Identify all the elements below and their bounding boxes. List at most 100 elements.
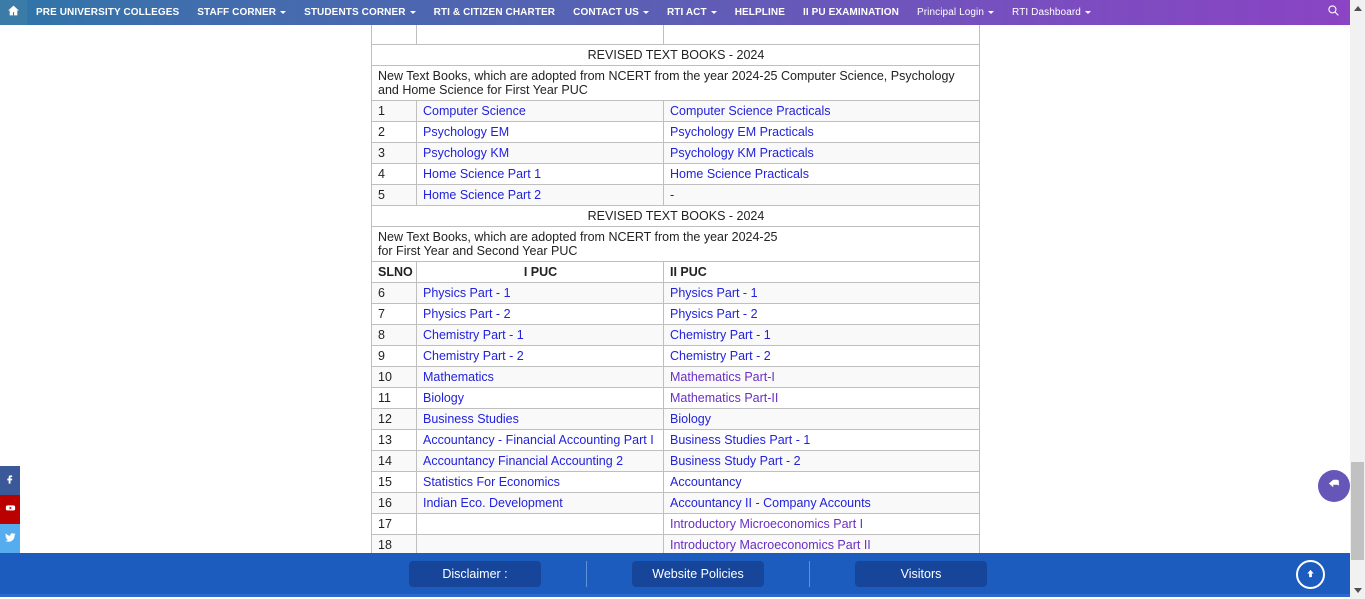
book-link[interactable]: Computer Science Practicals <box>670 104 830 118</box>
cell-iipuc[interactable]: Mathematics Part-II <box>663 387 980 409</box>
cell-ipuc[interactable]: Chemistry Part - 2 <box>416 345 664 367</box>
table-cell <box>371 25 417 45</box>
nav-item-label: STAFF CORNER <box>197 7 277 18</box>
footer-button-visitors[interactable]: Visitors <box>855 560 987 587</box>
footer-button-website-policies[interactable]: Website Policies <box>632 560 764 587</box>
cell-ipuc[interactable]: Business Studies <box>416 408 664 430</box>
book-link[interactable]: Physics Part - 2 <box>670 307 758 321</box>
book-link[interactable]: Computer Science <box>423 104 526 118</box>
cell-ipuc[interactable]: Computer Science <box>416 100 664 122</box>
cell-ipuc[interactable]: Psychology KM <box>416 142 664 164</box>
cell-iipuc[interactable]: Business Study Part - 2 <box>663 450 980 472</box>
back-to-previous-button[interactable] <box>1318 470 1350 502</box>
cell-ipuc[interactable]: Home Science Part 2 <box>416 184 664 206</box>
nav-item-students-corner[interactable]: STUDENTS CORNER <box>295 0 425 25</box>
table-row: 15 Statistics For Economics Accountancy <box>371 471 980 493</box>
facebook-button[interactable] <box>0 466 20 495</box>
cell-iipuc[interactable]: Psychology EM Practicals <box>663 121 980 143</box>
cell-ipuc[interactable]: Indian Eco. Development <box>416 492 664 514</box>
cell-ipuc[interactable]: Mathematics <box>416 366 664 388</box>
cell-ipuc[interactable]: Home Science Part 1 <box>416 163 664 185</box>
book-link[interactable]: Chemistry Part - 1 <box>423 328 524 342</box>
nav-item-rti-citizen-charter[interactable]: RTI & CITIZEN CHARTER <box>425 0 565 25</box>
cell-ipuc[interactable]: Psychology EM <box>416 121 664 143</box>
cell-iipuc[interactable]: Accountancy <box>663 471 980 493</box>
chevron-down-icon <box>710 11 717 14</box>
book-link[interactable]: Accountancy <box>670 475 742 489</box>
scrollbar-thumb[interactable] <box>1351 462 1364 560</box>
search-button[interactable] <box>1316 0 1350 25</box>
book-link[interactable]: Accountancy II - Company Accounts <box>670 496 871 510</box>
book-link[interactable]: Home Science Practicals <box>670 167 809 181</box>
book-link[interactable]: Physics Part - 1 <box>423 286 511 300</box>
book-link[interactable]: Introductory Macroeconomics Part II <box>670 538 871 552</box>
book-link[interactable]: Accountancy Financial Accounting 2 <box>423 454 623 468</box>
nav-item-principal-login[interactable]: Principal Login <box>908 0 1003 25</box>
footer-button-disclaimer[interactable]: Disclaimer : <box>409 560 541 587</box>
book-link[interactable]: Psychology EM Practicals <box>670 125 814 139</box>
twitter-button[interactable] <box>0 524 20 553</box>
nav-item-helpline[interactable]: HELPLINE <box>726 0 794 25</box>
book-link[interactable]: Mathematics Part-II <box>670 391 778 405</box>
cell-ipuc[interactable]: Biology <box>416 387 664 409</box>
cell-ipuc[interactable]: Accountancy - Financial Accounting Part … <box>416 429 664 451</box>
book-link[interactable]: Home Science Part 2 <box>423 188 541 202</box>
column-header-ipuc: I PUC <box>416 261 664 283</box>
cell-iipuc[interactable]: Accountancy II - Company Accounts <box>663 492 980 514</box>
book-link[interactable]: Biology <box>423 391 464 405</box>
cell-ipuc[interactable]: Statistics For Economics <box>416 471 664 493</box>
cell-iipuc[interactable]: Business Studies Part - 1 <box>663 429 980 451</box>
book-link[interactable]: Chemistry Part - 2 <box>423 349 524 363</box>
cell-iipuc[interactable]: Physics Part - 1 <box>663 282 980 304</box>
book-link[interactable]: Indian Eco. Development <box>423 496 563 510</box>
book-link[interactable]: Mathematics Part-I <box>670 370 775 384</box>
scrollbar-up-arrow[interactable] <box>1350 0 1365 17</box>
cell-iipuc[interactable]: Chemistry Part - 1 <box>663 324 980 346</box>
cell-ipuc[interactable]: Accountancy Financial Accounting 2 <box>416 450 664 472</box>
nav-item-contact-us[interactable]: CONTACT US <box>564 0 658 25</box>
book-link[interactable]: Psychology EM <box>423 125 509 139</box>
book-link[interactable]: Introductory Microeconomics Part I <box>670 517 863 531</box>
nav-item-label: CONTACT US <box>573 7 639 18</box>
book-link[interactable]: Statistics For Economics <box>423 475 560 489</box>
nav-item-rti-dashboard[interactable]: RTI Dashboard <box>1003 0 1100 25</box>
cell-iipuc[interactable]: Computer Science Practicals <box>663 100 980 122</box>
cell-iipuc[interactable]: Mathematics Part-I <box>663 366 980 388</box>
cell-iipuc[interactable]: Psychology KM Practicals <box>663 142 980 164</box>
section-description-row: New Text Books, which are adopted from N… <box>371 226 980 262</box>
book-link[interactable]: Psychology KM Practicals <box>670 146 814 160</box>
nav-item-ii-pu-examination[interactable]: II PU EXAMINATION <box>794 0 908 25</box>
cell-iipuc[interactable]: Biology <box>663 408 980 430</box>
book-link[interactable]: Chemistry Part - 2 <box>670 349 771 363</box>
cell-iipuc[interactable]: Chemistry Part - 2 <box>663 345 980 367</box>
book-link[interactable]: Physics Part - 1 <box>670 286 758 300</box>
table-row: 2 Psychology EM Psychology EM Practicals <box>371 121 980 143</box>
book-link[interactable]: Chemistry Part - 1 <box>670 328 771 342</box>
book-link[interactable]: Psychology KM <box>423 146 509 160</box>
nav-item-pre-university-colleges[interactable]: PRE UNIVERSITY COLLEGES <box>27 0 188 25</box>
book-link[interactable]: Accountancy - Financial Accounting Part … <box>423 433 654 447</box>
cell-iipuc[interactable]: Home Science Practicals <box>663 163 980 185</box>
nav-item-staff-corner[interactable]: STAFF CORNER <box>188 0 295 25</box>
youtube-button[interactable] <box>0 495 20 524</box>
page-scrollbar[interactable] <box>1350 0 1365 599</box>
cell-iipuc[interactable]: Introductory Macroeconomics Part II <box>663 534 980 553</box>
cell-iipuc[interactable]: Introductory Microeconomics Part I <box>663 513 980 535</box>
book-link[interactable]: Business Studies Part - 1 <box>670 433 810 447</box>
book-link[interactable]: Business Study Part - 2 <box>670 454 801 468</box>
book-link[interactable]: Home Science Part 1 <box>423 167 541 181</box>
book-link[interactable]: Mathematics <box>423 370 494 384</box>
book-link[interactable]: Physics Part - 2 <box>423 307 511 321</box>
table-row: 18 Introductory Macroeconomics Part II <box>371 534 980 553</box>
cell-ipuc[interactable]: Physics Part - 1 <box>416 282 664 304</box>
home-button[interactable] <box>0 0 27 25</box>
page-content: REVISED TEXT BOOKS - 2024 New Text Books,… <box>0 25 1350 553</box>
nav-item-rti-act[interactable]: RTI ACT <box>658 0 726 25</box>
scrollbar-down-arrow[interactable] <box>1350 582 1365 599</box>
book-link[interactable]: Business Studies <box>423 412 519 426</box>
book-link[interactable]: Biology <box>670 412 711 426</box>
cell-ipuc[interactable]: Chemistry Part - 1 <box>416 324 664 346</box>
cell-iipuc[interactable]: Physics Part - 2 <box>663 303 980 325</box>
scroll-to-top-button[interactable] <box>1296 560 1325 589</box>
cell-ipuc[interactable]: Physics Part - 2 <box>416 303 664 325</box>
